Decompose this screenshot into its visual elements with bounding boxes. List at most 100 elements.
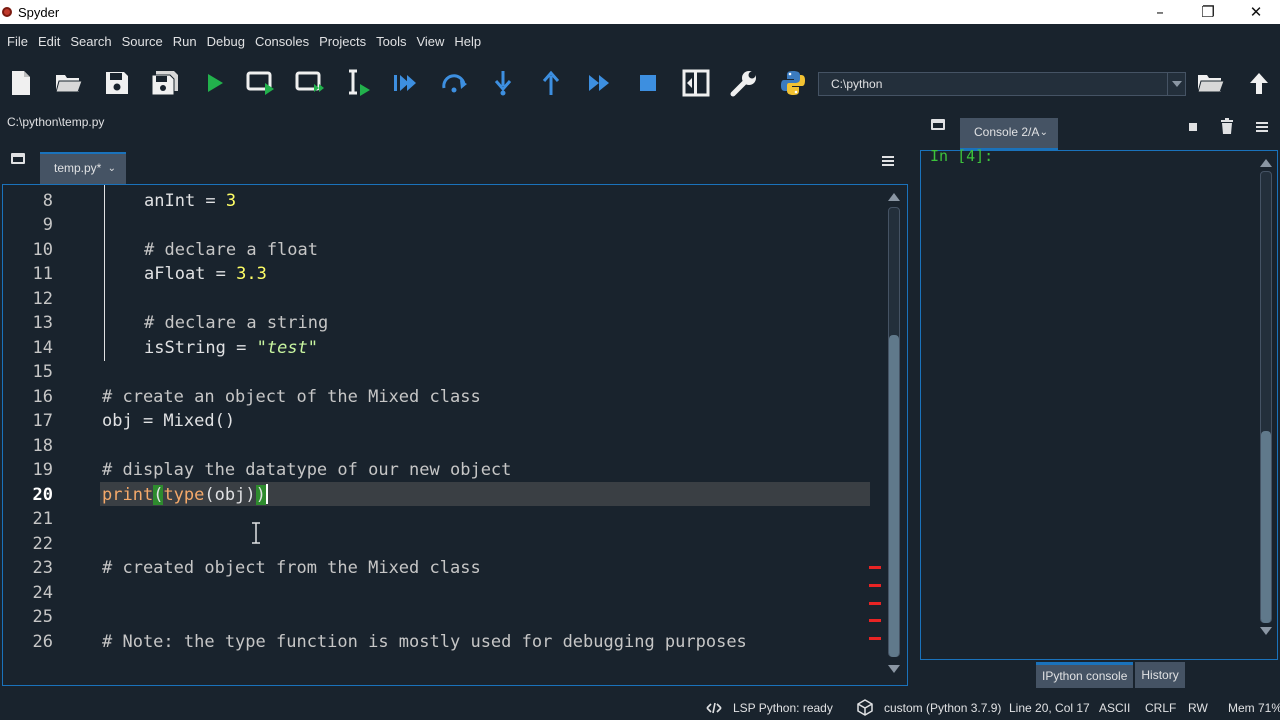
- code-line-26: # Note: the type function is mostly used…: [102, 632, 747, 652]
- editor-scrollbar[interactable]: [887, 193, 901, 673]
- menu-search[interactable]: Search: [65, 30, 116, 54]
- code-token: =: [195, 191, 226, 211]
- code-token: "test": [256, 338, 319, 358]
- code-line-16: # create an object of the Mixed class: [102, 387, 481, 407]
- tab-chevron-icon[interactable]: ⌄: [108, 155, 116, 183]
- text-cursor: [265, 484, 268, 504]
- scroll-up-icon[interactable]: [1260, 159, 1272, 167]
- console-scrollbar[interactable]: [1259, 159, 1273, 635]
- debug-continue-icon[interactable]: [585, 68, 615, 98]
- ipython-console[interactable]: In [4]:: [920, 147, 1278, 660]
- cursor-position: Line 20, Col 17: [1009, 701, 1090, 715]
- console-pane-window-icon[interactable]: [931, 119, 945, 130]
- status-bar: LSP Python: ready custom (Python 3.7.9) …: [0, 696, 1280, 720]
- console-bottom-tabs: IPython console History: [1036, 662, 1187, 688]
- warning-marker[interactable]: [869, 637, 881, 640]
- code-token: =: [225, 338, 257, 358]
- tab-ipython-console[interactable]: IPython console: [1036, 662, 1134, 688]
- debug-file-icon[interactable]: [391, 68, 421, 98]
- end-of-line-mode: CRLF: [1145, 701, 1177, 715]
- menu-consoles[interactable]: Consoles: [250, 30, 314, 54]
- tab-console-2a[interactable]: Console 2/A ⌄: [960, 118, 1058, 150]
- code-line-14: isString = "test": [144, 336, 916, 360]
- menu-help[interactable]: Help: [449, 30, 486, 54]
- line-number: 18: [32, 436, 53, 456]
- line-number: 9: [42, 215, 53, 235]
- python-environment[interactable]: custom (Python 3.7.9): [884, 701, 1001, 715]
- line-number: 26: [32, 632, 53, 652]
- code-token: (obj): [204, 485, 256, 505]
- code-token: type: [163, 485, 205, 505]
- preferences-wrench-icon[interactable]: [729, 68, 759, 98]
- code-token: anInt: [144, 191, 196, 211]
- menu-debug[interactable]: Debug: [202, 30, 250, 54]
- editor-pane-window-icon[interactable]: [11, 153, 25, 164]
- menu-tools[interactable]: Tools: [371, 30, 411, 54]
- menu-source[interactable]: Source: [117, 30, 168, 54]
- menu-run[interactable]: Run: [168, 30, 202, 54]
- minimize-button[interactable]: –: [1136, 0, 1184, 24]
- debug-step-into-icon[interactable]: [488, 68, 518, 98]
- line-number: 15: [32, 362, 53, 382]
- console-tab-bar: Console 2/A ⌄: [920, 106, 1280, 150]
- run-file-icon[interactable]: [200, 68, 230, 98]
- line-number: 22: [32, 534, 53, 554]
- scroll-thumb[interactable]: [889, 335, 899, 657]
- scroll-thumb[interactable]: [1261, 431, 1271, 623]
- code-line-10: # declare a float: [144, 240, 318, 260]
- menu-file[interactable]: File: [2, 30, 33, 54]
- working-directory-combobox[interactable]: C:\python: [818, 72, 1186, 96]
- bracket-match: (: [153, 485, 164, 505]
- warning-marker[interactable]: [869, 584, 881, 587]
- run-cell-advance-icon[interactable]: [295, 68, 325, 98]
- line-number-gutter: 8 9 10 11 12 13 14 15 16 17 18 19 20 21 …: [3, 185, 96, 685]
- run-cell-icon[interactable]: [246, 68, 276, 98]
- open-file-icon[interactable]: [54, 68, 84, 98]
- maximize-pane-icon[interactable]: [681, 68, 711, 98]
- python-path-icon[interactable]: [778, 68, 808, 98]
- interrupt-kernel-icon[interactable]: [1188, 122, 1198, 132]
- warning-marker[interactable]: [869, 566, 881, 569]
- code-token: 3: [225, 191, 237, 211]
- run-selection-icon[interactable]: [344, 68, 374, 98]
- scroll-down-icon[interactable]: [1260, 627, 1272, 635]
- code-text-area[interactable]: anInt = 3 # declare a float aFloat = 3.3…: [96, 185, 870, 685]
- line-number: 10: [32, 240, 53, 260]
- console-options-menu-icon[interactable]: [1256, 122, 1268, 132]
- tab-chevron-icon[interactable]: ⌄: [1040, 119, 1048, 147]
- save-file-icon[interactable]: [102, 68, 132, 98]
- environment-cube-icon: [857, 699, 873, 716]
- file-encoding: ASCII: [1099, 701, 1131, 715]
- debug-stop-icon[interactable]: [633, 68, 663, 98]
- spyder-logo-icon: [2, 7, 12, 17]
- editor-options-menu-icon[interactable]: [882, 156, 894, 166]
- menu-edit[interactable]: Edit: [33, 30, 65, 54]
- working-directory-value: C:\python: [831, 77, 883, 91]
- scroll-up-icon[interactable]: [888, 193, 900, 201]
- editor-tab-bar: temp.py* ⌄: [2, 140, 908, 184]
- line-number: 24: [32, 583, 53, 603]
- browse-directory-icon[interactable]: [1196, 68, 1226, 98]
- code-line-23: # created object from the Mixed class: [102, 558, 481, 578]
- bracket-match: ): [255, 485, 266, 505]
- tab-temp-py[interactable]: temp.py* ⌄: [40, 152, 126, 184]
- debug-step-return-icon[interactable]: [536, 68, 566, 98]
- chevron-down-icon[interactable]: [1167, 73, 1185, 95]
- debug-step-over-icon[interactable]: [440, 68, 470, 98]
- parent-directory-arrow-icon[interactable]: [1244, 68, 1274, 98]
- menu-view[interactable]: View: [411, 30, 449, 54]
- maximize-button[interactable]: ❐: [1184, 0, 1232, 24]
- code-line-19: # display the datatype of our new object: [102, 460, 512, 480]
- code-token: =: [205, 264, 237, 284]
- tab-history[interactable]: History: [1135, 662, 1185, 688]
- remove-variables-trash-icon[interactable]: [1220, 118, 1234, 134]
- scroll-down-icon[interactable]: [888, 665, 900, 673]
- menu-projects[interactable]: Projects: [314, 30, 371, 54]
- code-editor[interactable]: 8 9 10 11 12 13 14 15 16 17 18 19 20 21 …: [2, 184, 908, 686]
- save-all-icon[interactable]: [150, 68, 180, 98]
- warning-marker[interactable]: [869, 602, 881, 605]
- lsp-status[interactable]: LSP Python: ready: [733, 701, 833, 715]
- close-window-button[interactable]: ✕: [1232, 0, 1280, 24]
- new-file-icon[interactable]: [6, 68, 36, 98]
- warning-marker[interactable]: [869, 619, 881, 622]
